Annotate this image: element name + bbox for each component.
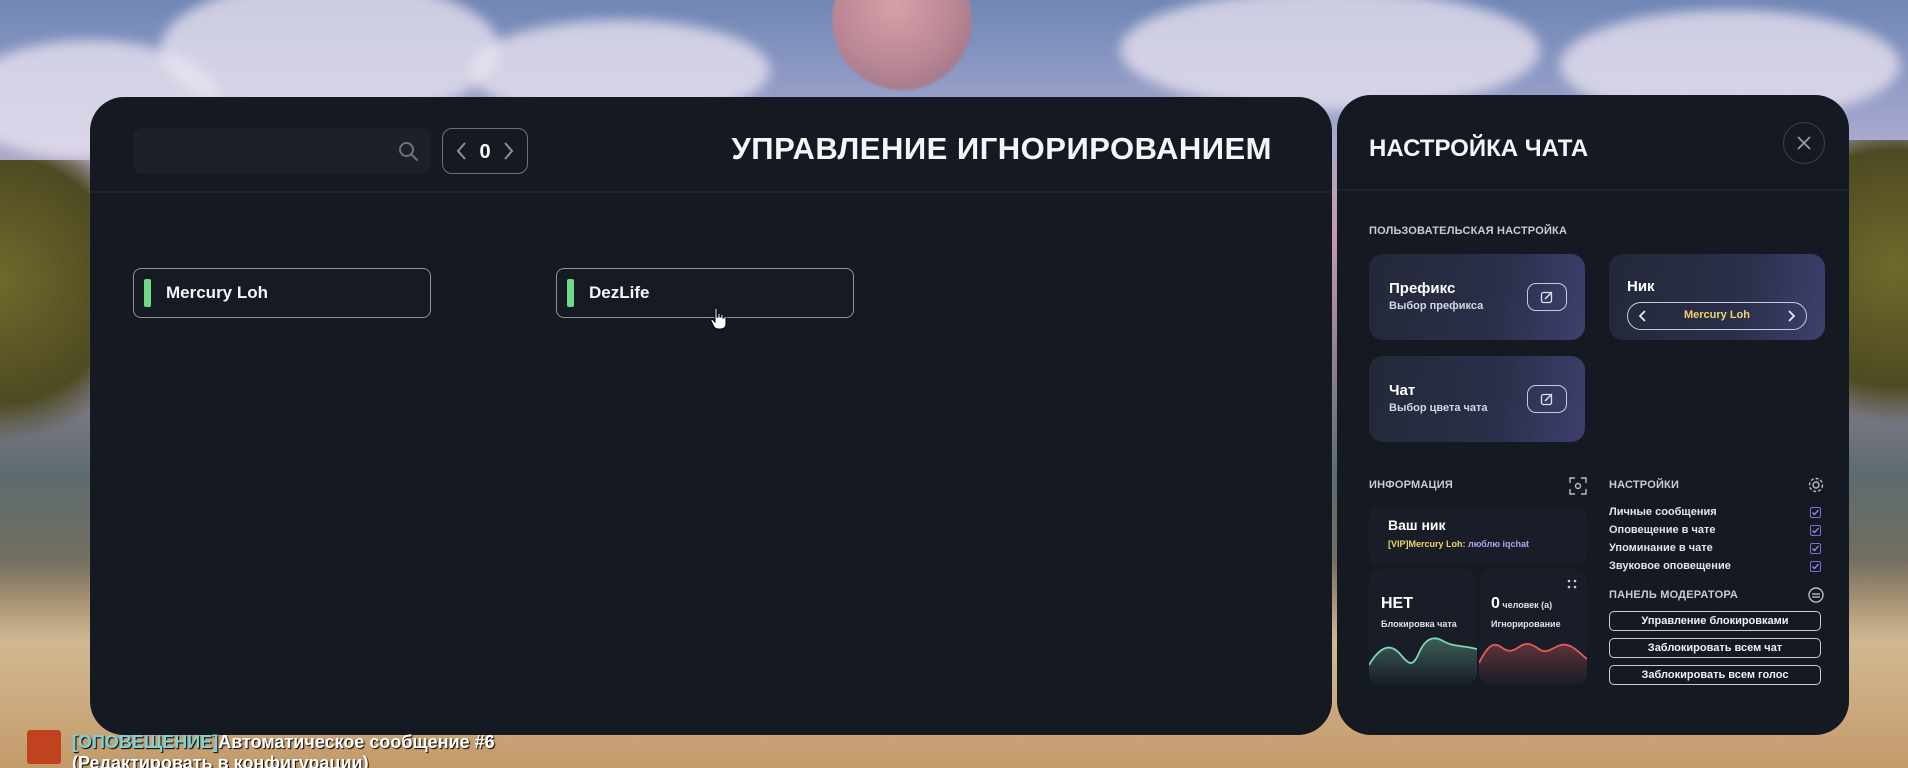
- checkbox-checked-icon[interactable]: [1810, 525, 1821, 536]
- your-nick-preview: Ваш ник [VIP]Mercury Loh: люблю iqchat: [1369, 507, 1587, 565]
- ignore-management-panel: 0 УПРАВЛЕНИЕ ИГНОРИРОВАНИЕМ Mercury Loh …: [90, 97, 1332, 735]
- notification-text: Автоматическое сообщение #6: [218, 732, 495, 752]
- edit-icon: [1540, 291, 1553, 304]
- setting-chat-mention: Упоминание в чате: [1609, 541, 1825, 557]
- next-nick-icon[interactable]: [1784, 308, 1798, 324]
- chat-color-title: Чат: [1389, 382, 1416, 399]
- setting-chat-notification: Оповещение в чате: [1609, 523, 1825, 539]
- chat-notification: [ОПОВЕЩЕНИЕ]Автоматическое сообщение #6 …: [27, 727, 627, 768]
- close-icon: [1797, 136, 1811, 150]
- your-nick-sample: [VIP]Mercury Loh: люблю iqchat: [1388, 539, 1529, 549]
- your-nick-title: Ваш ник: [1388, 517, 1446, 533]
- expand-icon[interactable]: [1569, 477, 1587, 495]
- ignore-stat: 0 человек (а) Игнорирование: [1479, 569, 1587, 685]
- nick-title: Ник: [1627, 278, 1655, 295]
- hand-cursor-icon: [710, 307, 727, 330]
- background-cloud: [1120, 0, 1540, 110]
- status-indicator: [567, 279, 574, 307]
- nick-selector: Mercury Loh: [1627, 302, 1807, 330]
- ignored-user-name: Mercury Loh: [166, 283, 269, 302]
- setting-private-messages: Личные сообщения: [1609, 505, 1825, 521]
- setting-label: Оповещение в чате: [1609, 524, 1716, 536]
- block-all-chat-button[interactable]: Заблокировать всем чат: [1609, 638, 1821, 658]
- chat-settings-panel: НАСТРОЙКА ЧАТА ПОЛЬЗОВАТЕЛЬСКАЯ НАСТРОЙК…: [1337, 95, 1849, 735]
- block-all-voice-button[interactable]: Заблокировать всем голос: [1609, 665, 1821, 685]
- edit-icon: [1540, 393, 1553, 406]
- nick-prefix-sample: [VIP]Mercury Loh:: [1388, 539, 1466, 549]
- page-title: УПРАВЛЕНИЕ ИГНОРИРОВАНИЕМ: [731, 131, 1272, 166]
- moderator-panel-label: ПАНЕЛЬ МОДЕРАТОРА: [1609, 589, 1739, 601]
- checkbox-checked-icon[interactable]: [1810, 543, 1821, 554]
- ignored-user-card[interactable]: DezLife: [556, 268, 854, 318]
- chat-settings-title: НАСТРОЙКА ЧАТА: [1369, 135, 1589, 162]
- drag-handle-icon[interactable]: [1567, 579, 1577, 589]
- notification-tag: [ОПОВЕЩЕНИЕ]: [72, 732, 219, 752]
- page-selector: 0: [442, 128, 528, 174]
- background-moon: [832, 0, 972, 90]
- chat-color-card: Чат Выбор цвета чата: [1369, 356, 1585, 442]
- ignored-user-card[interactable]: Mercury Loh: [133, 268, 431, 318]
- edit-prefix-button[interactable]: [1527, 283, 1567, 311]
- moderator-icon[interactable]: [1807, 586, 1825, 604]
- chat-block-value: НЕТ: [1381, 595, 1413, 612]
- ignore-count: 0 человек (а): [1491, 595, 1552, 613]
- prefix-card: Префикс Выбор префикса: [1369, 254, 1585, 340]
- nick-message-sample: люблю iqchat: [1465, 539, 1530, 549]
- block-all-chat-label: Заблокировать всем чат: [1647, 642, 1783, 654]
- setting-label: Звуковое оповещение: [1609, 560, 1731, 572]
- nick-value: Mercury Loh: [1683, 309, 1750, 321]
- chat-settings-header: НАСТРОЙКА ЧАТА: [1337, 95, 1849, 191]
- search-icon[interactable]: [397, 140, 419, 162]
- notification-line2: (Редактировать в конфигурации): [72, 753, 369, 768]
- chat-color-subtitle: Выбор цвета чата: [1389, 402, 1488, 414]
- game-logo-icon: [27, 730, 61, 764]
- checkbox-checked-icon[interactable]: [1810, 561, 1821, 572]
- prefix-title: Префикс: [1389, 280, 1456, 297]
- close-button[interactable]: [1783, 122, 1825, 164]
- status-indicator: [144, 279, 151, 307]
- gear-icon[interactable]: [1807, 476, 1825, 494]
- setting-sound-notification: Звуковое оповещение: [1609, 559, 1825, 575]
- ignore-count-unit: человек (а): [1499, 600, 1553, 610]
- ignore-count-value: 0: [1491, 595, 1500, 612]
- next-page-icon[interactable]: [499, 140, 517, 162]
- chat-block-wave: [1369, 637, 1477, 685]
- checkbox-checked-icon[interactable]: [1810, 507, 1821, 518]
- ignored-user-name: DezLife: [589, 283, 650, 302]
- manage-blocks-button[interactable]: Управление блокировками: [1609, 611, 1821, 631]
- setting-label: Личные сообщения: [1609, 506, 1717, 518]
- chat-block-stat: НЕТ Блокировка чата: [1369, 569, 1477, 685]
- search-input[interactable]: [133, 128, 383, 174]
- settings-label: НАСТРОЙКИ: [1609, 479, 1680, 491]
- ignore-wave: [1479, 643, 1587, 685]
- block-all-voice-label: Заблокировать всем голос: [1641, 669, 1789, 681]
- notification-line1: [ОПОВЕЩЕНИЕ]Автоматическое сообщение #6: [72, 732, 495, 753]
- prefix-subtitle: Выбор префикса: [1389, 300, 1484, 312]
- information-label: ИНФОРМАЦИЯ: [1369, 479, 1453, 491]
- search-box: [133, 128, 431, 174]
- ignore-panel-header: 0 УПРАВЛЕНИЕ ИГНОРИРОВАНИЕМ: [90, 97, 1332, 193]
- edit-chat-color-button[interactable]: [1527, 385, 1567, 413]
- setting-label: Упоминание в чате: [1609, 542, 1713, 554]
- custom-settings-label: ПОЛЬЗОВАТЕЛЬСКАЯ НАСТРОЙКА: [1369, 225, 1568, 237]
- nick-card: Ник Mercury Loh: [1609, 254, 1825, 340]
- manage-blocks-label: Управление блокировками: [1641, 615, 1789, 627]
